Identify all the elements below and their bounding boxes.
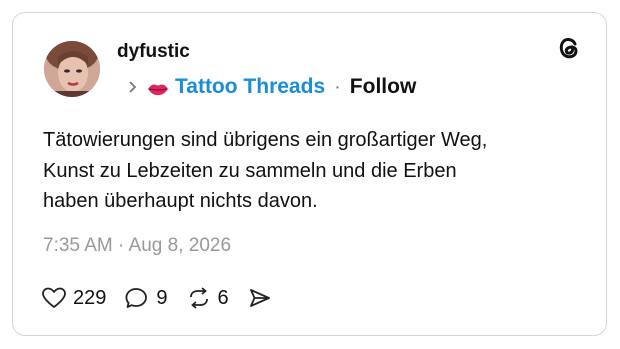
repost-button[interactable]: 6 (186, 286, 229, 310)
reply-button[interactable]: 9 (124, 286, 168, 310)
comment-icon (124, 286, 150, 310)
reply-count: 9 (156, 286, 168, 309)
post-text-line: Tätowierungen sind übrigens ein großarti… (43, 129, 488, 151)
lips-icon (147, 79, 169, 96)
avatar[interactable] (44, 41, 100, 97)
post-text-line: Kunst zu Lebzeiten zu sammeln und die Er… (43, 159, 457, 182)
follow-button[interactable]: Follow (350, 75, 417, 99)
repost-count: 6 (217, 286, 229, 309)
share-button[interactable] (247, 286, 273, 310)
community-line: Tattoo Threads · Follow (127, 73, 416, 101)
heart-icon (41, 286, 67, 310)
post-body: Tätowierungen sind übrigens ein großarti… (43, 125, 583, 217)
separator-dot: · (334, 75, 341, 98)
community-link[interactable]: Tattoo Threads (175, 75, 325, 99)
action-bar: 229 9 6 (41, 284, 291, 312)
like-count: 229 (73, 286, 107, 309)
post-text-line: haben überhaupt nichts davon. (43, 190, 318, 212)
send-icon (247, 286, 273, 310)
repost-icon (186, 286, 212, 310)
username[interactable]: dyfustic (117, 41, 190, 63)
chevron-right-icon (127, 78, 139, 96)
post-timestamp[interactable]: 7:35 AM · Aug 8, 2026 (43, 235, 231, 257)
like-button[interactable]: 229 (41, 286, 106, 310)
post-card: dyfustic Tattoo Threads · Follow Tätowie… (12, 12, 607, 336)
threads-logo-icon[interactable] (554, 33, 584, 63)
